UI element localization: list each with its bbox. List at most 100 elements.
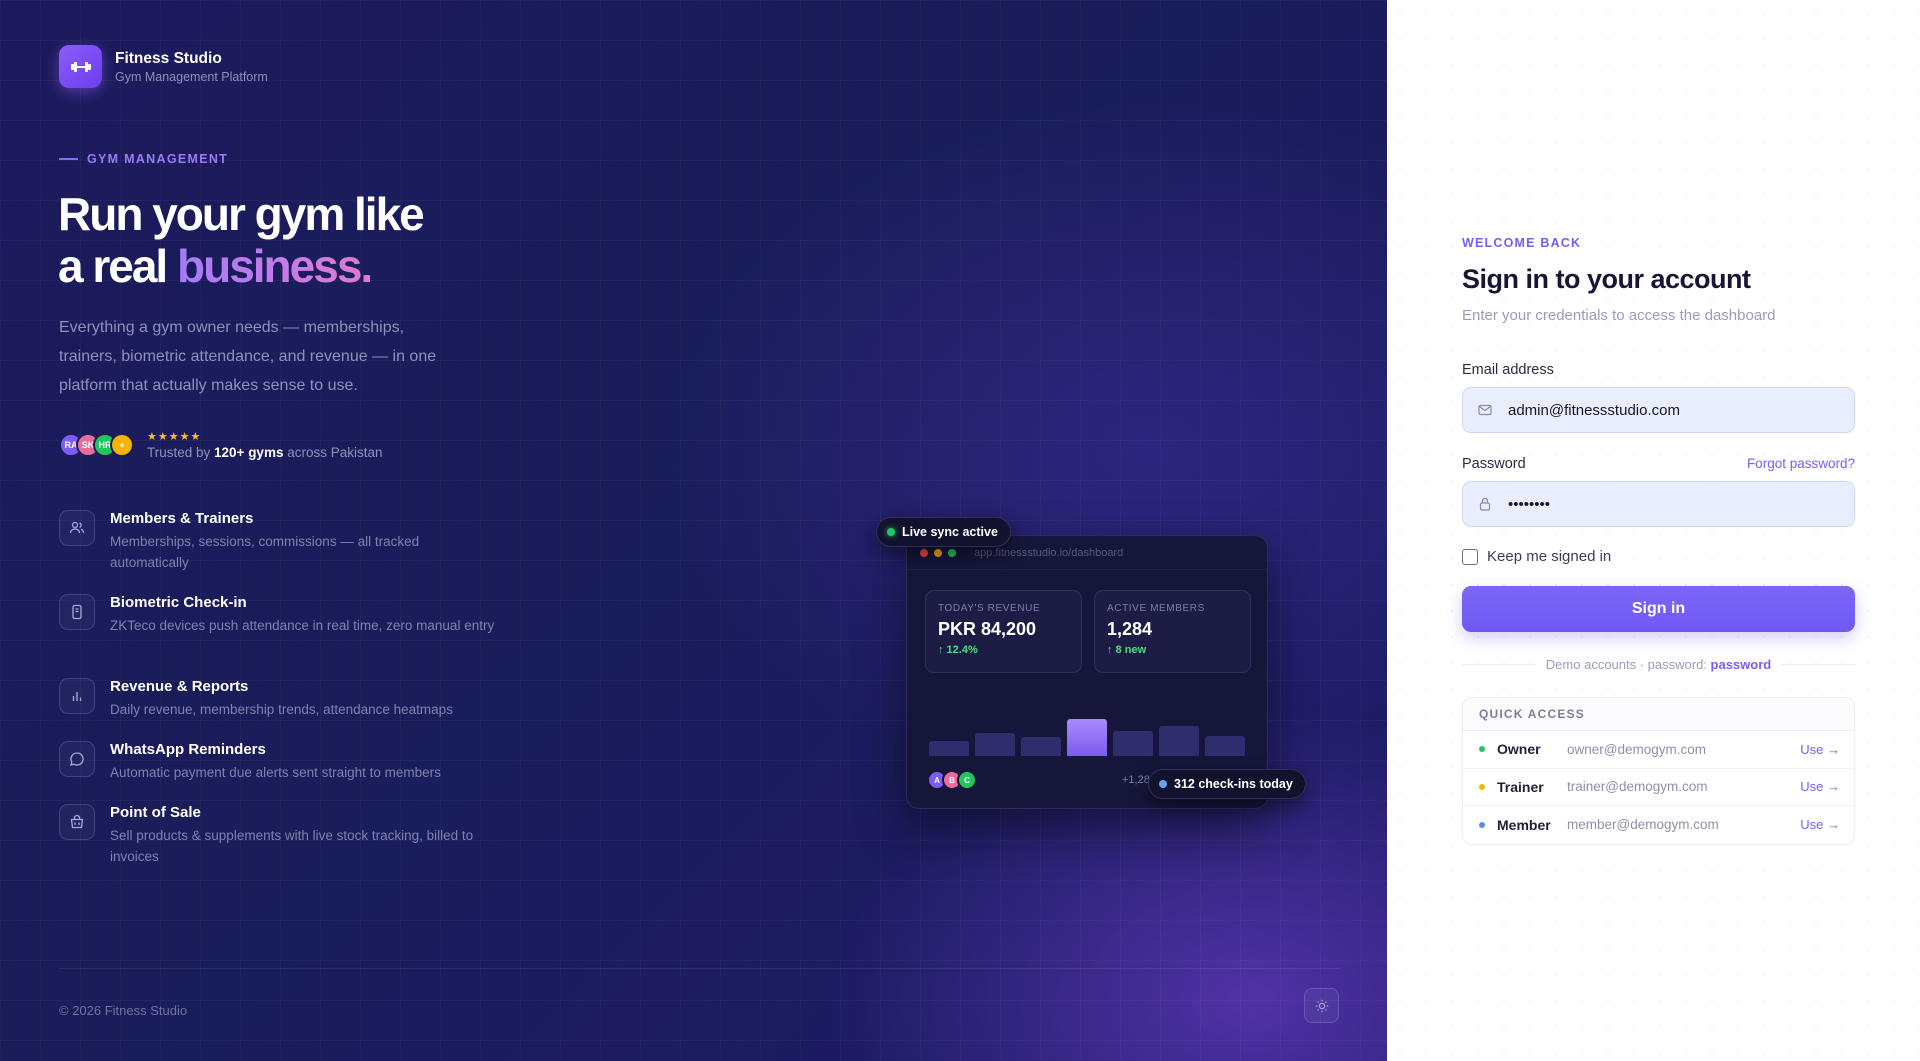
- account-role: Trainer: [1497, 778, 1544, 795]
- mini-bar: [1021, 737, 1061, 756]
- use-account-link[interactable]: Use →: [1800, 817, 1840, 832]
- eyebrow-line: [59, 158, 78, 160]
- email-label: Email address: [1462, 362, 1554, 378]
- lock-icon: [1477, 496, 1493, 517]
- remember-checkbox[interactable]: [1462, 548, 1478, 565]
- status-dot: [1479, 746, 1485, 753]
- basket-icon: [59, 804, 95, 840]
- welcome-eyebrow: WELCOME BACK: [1462, 236, 1582, 250]
- quick-access-row-trainer[interactable]: Trainer trainer@demogym.com Use →: [1463, 769, 1854, 806]
- bar-chart-icon: [59, 678, 95, 714]
- remember-row: Keep me signed in: [1462, 548, 1855, 565]
- device-icon: [59, 594, 95, 630]
- checkins-dot: [1159, 780, 1167, 788]
- feature-pos: Point of Sale Sell products & supplement…: [59, 804, 519, 867]
- rating-stars: ★★★★★: [147, 431, 202, 443]
- mini-bar: [1205, 736, 1245, 756]
- password-input[interactable]: [1463, 482, 1854, 526]
- members-value: 1,284: [1107, 619, 1153, 639]
- preview-url: app.fitnessstudio.io/dashboard: [974, 546, 1124, 559]
- account-role: Member: [1497, 816, 1551, 833]
- footer-divider: [59, 968, 1340, 969]
- avatar: C: [957, 770, 977, 790]
- brand-name: Fitness Studio: [115, 49, 222, 67]
- mail-icon: [1477, 402, 1493, 423]
- avatar: +: [110, 433, 134, 457]
- forgot-password-link[interactable]: Forgot password?: [1747, 456, 1855, 471]
- window-dot-green: [948, 548, 956, 557]
- mini-bar-chart: [929, 696, 1247, 756]
- email-field-wrapper: [1462, 387, 1855, 433]
- feature-revenue: Revenue & Reports Daily revenue, members…: [59, 678, 519, 720]
- account-email: member@demogym.com: [1567, 817, 1719, 833]
- users-icon: [59, 510, 95, 546]
- demo-divider: Demo accounts · password: password: [1462, 657, 1856, 672]
- headline-line-2: a real business.: [58, 240, 423, 292]
- password-label: Password: [1462, 456, 1526, 472]
- dashboard-preview: app.fitnessstudio.io/dashboard TODAY'S R…: [906, 535, 1268, 809]
- members-card: ACTIVE MEMBERS 1,284 ↑ 8 new: [1094, 590, 1251, 673]
- feature-title: Members & Trainers: [110, 510, 254, 527]
- remember-label[interactable]: Keep me signed in: [1487, 548, 1611, 565]
- hero-eyebrow: GYM MANAGEMENT: [59, 152, 228, 166]
- copyright: © 2026 Fitness Studio: [59, 1003, 188, 1018]
- signin-subtitle: Enter your credentials to access the das…: [1462, 307, 1776, 324]
- quick-access-row-member[interactable]: Member member@demogym.com Use →: [1463, 806, 1854, 844]
- sign-in-button[interactable]: Sign in: [1462, 586, 1855, 632]
- revenue-label: TODAY'S REVENUE: [938, 603, 1041, 614]
- use-account-link[interactable]: Use →: [1800, 742, 1840, 757]
- quick-access-row-owner[interactable]: Owner owner@demogym.com Use →: [1463, 731, 1854, 769]
- feature-members: Members & Trainers Memberships, sessions…: [59, 510, 519, 573]
- status-dot: [1479, 783, 1485, 790]
- mini-bar: [1067, 719, 1107, 756]
- feature-title: Biometric Check-in: [110, 594, 247, 611]
- use-account-link[interactable]: Use →: [1800, 779, 1840, 794]
- feature-desc: Automatic payment due alerts sent straig…: [110, 765, 441, 780]
- signin-form: WELCOME BACK Sign in to your account Ent…: [1462, 236, 1856, 845]
- signin-title: Sign in to your account: [1462, 264, 1751, 294]
- trust-avatars: RA SK HR +: [59, 433, 134, 457]
- live-sync-badge: Live sync active: [876, 517, 1011, 547]
- account-role: Owner: [1497, 741, 1541, 758]
- dumbbell-icon: [59, 45, 102, 88]
- headline-plain: a real: [58, 240, 177, 292]
- mini-bar: [1113, 731, 1153, 756]
- email-input[interactable]: [1463, 388, 1854, 432]
- feature-desc: ZKTeco devices push attendance in real t…: [110, 618, 495, 633]
- password-field-wrapper: [1462, 481, 1855, 527]
- mini-bar: [1159, 726, 1199, 756]
- account-email: owner@demogym.com: [1567, 741, 1707, 757]
- feature-biometric: Biometric Check-in ZKTeco devices push a…: [59, 594, 519, 636]
- hero-lead: Everything a gym owner needs — membershi…: [59, 319, 437, 394]
- quick-access-title: QUICK ACCESS: [1463, 698, 1854, 731]
- live-dot: [887, 528, 895, 536]
- feature-desc: Memberships, sessions, commissions — all…: [110, 534, 420, 570]
- live-sync-text: Live sync active: [902, 525, 998, 539]
- members-label: ACTIVE MEMBERS: [1107, 603, 1205, 614]
- mini-bar: [929, 741, 969, 756]
- trust-suffix: across Pakistan: [283, 445, 383, 460]
- mini-bar: [975, 733, 1015, 756]
- status-dot: [1479, 821, 1485, 828]
- checkins-text: 312 check-ins today: [1174, 777, 1293, 791]
- eyebrow-text: GYM MANAGEMENT: [87, 152, 229, 166]
- brand: Fitness Studio Gym Management Platform: [59, 45, 268, 88]
- demo-password: password: [1710, 657, 1772, 672]
- trust-highlight: 120+ gyms: [214, 445, 284, 460]
- preview-count: +1,28: [1122, 774, 1150, 786]
- headline-line-1: Run your gym like: [58, 188, 425, 240]
- checkins-badge: 312 check-ins today: [1148, 769, 1306, 799]
- trust-prefix: Trusted by: [147, 445, 215, 460]
- theme-toggle-button[interactable]: [1304, 988, 1339, 1023]
- trust-row: RA SK HR + ★★★★★ Trusted by 120+ gyms ac…: [59, 430, 383, 460]
- trust-line: Trusted by 120+ gyms across Pakistan: [147, 445, 383, 460]
- sun-icon: [1315, 999, 1328, 1012]
- feature-title: Revenue & Reports: [110, 678, 249, 695]
- signin-panel: WELCOME BACK Sign in to your account Ent…: [1387, 0, 1920, 1061]
- divider-line: [1781, 664, 1856, 665]
- feature-desc: Sell products & supplements with live st…: [110, 828, 474, 864]
- chat-icon: [59, 741, 95, 777]
- window-dot-yellow: [934, 548, 942, 557]
- preview-avatars: A B C: [927, 770, 977, 790]
- feature-desc: Daily revenue, membership trends, attend…: [110, 702, 453, 717]
